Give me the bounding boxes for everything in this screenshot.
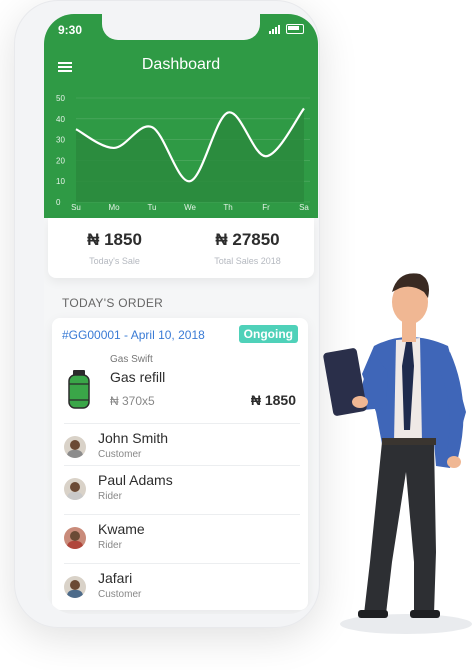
- y-tick-label: 20: [56, 156, 65, 165]
- list-item[interactable]: Paul Adams Rider: [64, 465, 300, 512]
- list-item[interactable]: Jafari Customer: [64, 563, 300, 610]
- item-price: ₦ 1850: [250, 392, 296, 408]
- person-name: John Smith: [98, 430, 169, 446]
- x-tick-label: Th: [223, 203, 232, 212]
- list-item[interactable]: John Smith Customer: [64, 423, 300, 470]
- today-sale-label: Today's Sale: [89, 256, 140, 266]
- person-role: Customer: [98, 449, 142, 460]
- battery-icon: [286, 24, 304, 34]
- phone-notch: [102, 14, 260, 40]
- y-tick-label: 10: [56, 177, 65, 186]
- today-sale-value: ₦ 1850: [87, 230, 142, 249]
- vendor-name: Gas Swift: [110, 354, 153, 365]
- status-icons: [269, 24, 304, 34]
- y-tick-label: 50: [56, 94, 65, 103]
- person-role: Rider: [98, 491, 122, 502]
- avatar: [64, 576, 86, 598]
- y-tick-label: 0: [56, 198, 61, 207]
- avatar: [64, 478, 86, 500]
- list-item[interactable]: Kwame Rider: [64, 514, 300, 561]
- dashboard-header: 9:30 Dashboard 0 10 20 30 40 50 Su Mo Tu We Th Fr S…: [44, 14, 318, 218]
- avatar: [64, 527, 86, 549]
- gas-cylinder-icon: [68, 370, 90, 409]
- total-sales-stat: ₦ 27850 Total Sales 2018: [181, 230, 314, 266]
- businessman-illustration: [323, 273, 472, 634]
- person-name: Kwame: [98, 521, 145, 537]
- total-sales-label: Total Sales 2018: [214, 256, 281, 266]
- section-title: TODAY'S ORDER: [62, 296, 164, 310]
- page-title: Dashboard: [141, 56, 221, 73]
- status-time: 9:30: [58, 23, 83, 37]
- item-quantity: ₦ 370x5: [110, 394, 155, 408]
- status-badge: Ongoing: [238, 325, 298, 343]
- order-date: April 10, 2018: [130, 328, 205, 342]
- signal-icon: [269, 24, 280, 34]
- order-ref[interactable]: #GG00001 - April 10, 2018: [62, 328, 205, 342]
- avatar: [64, 436, 86, 458]
- person-role: Customer: [98, 589, 142, 600]
- person-name: Paul Adams: [98, 472, 173, 488]
- sales-stats: ₦ 1850 Today's Sale ₦ 27850 Total Sales …: [48, 218, 314, 278]
- total-sales-value: ₦ 27850: [215, 230, 280, 249]
- sales-chart: 0 10 20 30 40 50 Su Mo Tu We Th Fr Sa: [56, 94, 310, 212]
- phone-frame: 9:30 Dashboard 0 10 20 30 40 50 Su Mo Tu We Th Fr S…: [14, 0, 320, 628]
- x-tick-label: We: [184, 203, 196, 212]
- x-tick-label: Tu: [147, 203, 156, 212]
- x-tick-label: Mo: [108, 203, 120, 212]
- today-sale-stat: ₦ 1850 Today's Sale: [48, 230, 181, 266]
- order-id: #GG00001: [62, 328, 121, 342]
- x-tick-label: Sa: [299, 203, 309, 212]
- person-role: Rider: [98, 540, 122, 551]
- y-tick-label: 40: [56, 115, 65, 124]
- item-name: Gas refill: [110, 369, 166, 385]
- order-card[interactable]: #GG00001 - April 10, 2018 Ongoing Gas Sw…: [52, 318, 308, 610]
- person-name: Jafari: [98, 570, 133, 586]
- app-screen: 9:30 Dashboard 0 10 20 30 40 50 Su Mo Tu We Th Fr S…: [44, 14, 318, 614]
- y-tick-label: 30: [56, 136, 65, 145]
- x-tick-label: Su: [71, 203, 81, 212]
- x-tick-label: Fr: [262, 203, 270, 212]
